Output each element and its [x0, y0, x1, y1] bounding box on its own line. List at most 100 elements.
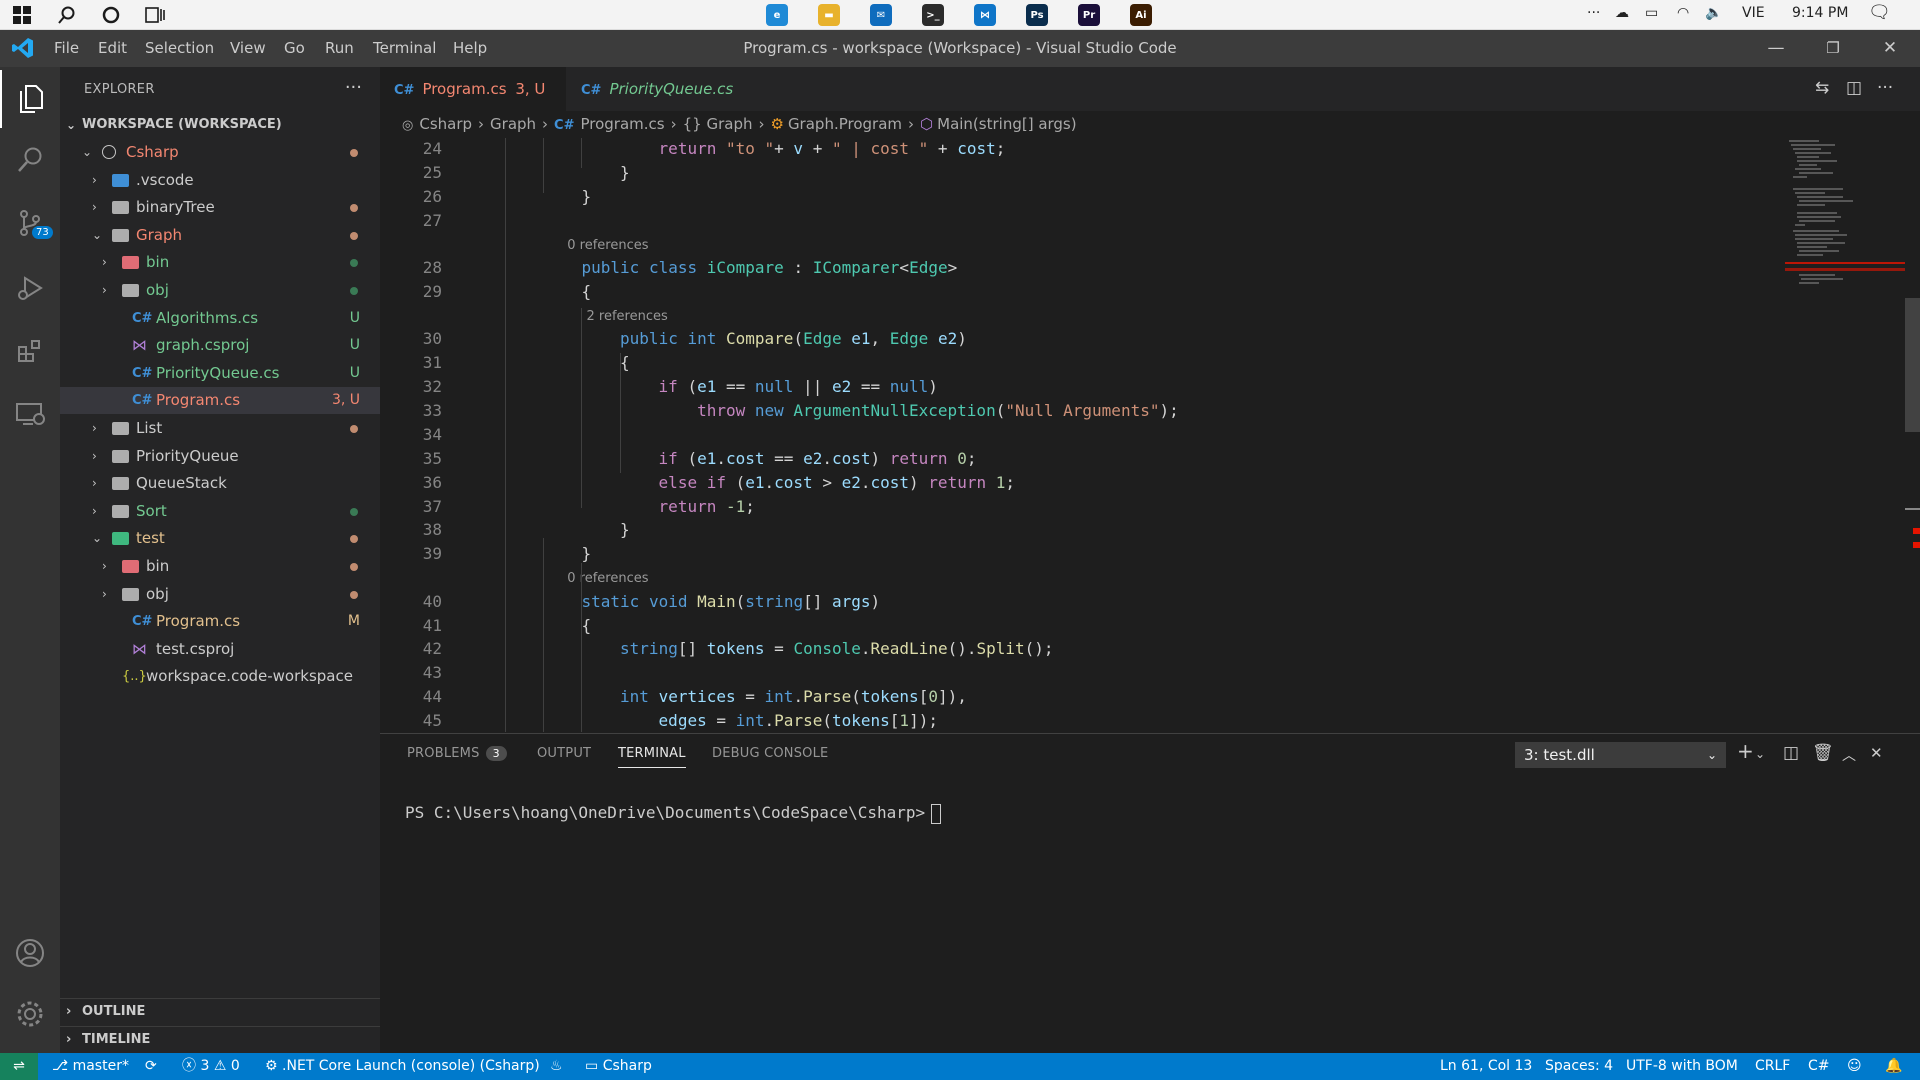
- open-changes-icon[interactable]: ⇆: [1815, 78, 1829, 98]
- tree-item[interactable]: › binaryTree: [60, 194, 380, 221]
- tree-item[interactable]: ⋈ test.csproj: [60, 636, 380, 663]
- codelens-references[interactable]: 0 references: [567, 238, 648, 253]
- git-branch[interactable]: ⎇ master*: [52, 1053, 129, 1080]
- tab-output[interactable]: OUTPUT: [537, 746, 591, 761]
- vscode-app-icon[interactable]: ⋈: [974, 4, 996, 26]
- language-mode[interactable]: C#: [1808, 1053, 1830, 1080]
- code-line[interactable]: edges = int.Parse(tokens[1]);: [659, 711, 938, 730]
- tab-problems[interactable]: PROBLEMS 3: [407, 746, 507, 761]
- code-line[interactable]: static void Main(string[] args): [582, 592, 881, 611]
- outline-section-header[interactable]: › OUTLINE: [60, 998, 380, 1024]
- source-control-icon[interactable]: 73: [0, 194, 60, 252]
- tree-item[interactable]: › PriorityQueue: [60, 443, 380, 470]
- battery-icon[interactable]: ▭: [1645, 5, 1658, 21]
- search-icon[interactable]: [55, 3, 79, 27]
- maximize-panel-icon[interactable]: ︿: [1842, 745, 1856, 765]
- code-line[interactable]: public int Compare(Edge e1, Edge e2): [620, 329, 967, 348]
- wifi-icon[interactable]: ◠: [1677, 5, 1689, 21]
- tree-item[interactable]: C# PriorityQueue.cs U: [60, 360, 380, 387]
- split-editor-icon[interactable]: ◫: [1846, 78, 1862, 98]
- cursor-position[interactable]: Ln 61, Col 13: [1440, 1053, 1532, 1080]
- code-line[interactable]: }: [620, 520, 630, 539]
- sync-changes-icon[interactable]: ⟳: [145, 1053, 157, 1080]
- explorer-more-actions-icon[interactable]: ···: [345, 77, 362, 98]
- split-terminal-icon[interactable]: ◫: [1783, 743, 1799, 763]
- premiere-app-icon[interactable]: Pr: [1078, 4, 1100, 26]
- explorer-app-icon[interactable]: ▬: [818, 4, 840, 26]
- volume-icon[interactable]: 🔈: [1705, 5, 1722, 21]
- manage-gear-icon[interactable]: [0, 985, 60, 1043]
- code-line[interactable]: throw new ArgumentNullException("Null Ar…: [697, 401, 1179, 420]
- project-selector[interactable]: ▭ Csharp: [585, 1053, 652, 1080]
- tree-item[interactable]: › obj: [60, 581, 380, 608]
- tree-item[interactable]: › bin: [60, 553, 380, 580]
- debug-launch-config[interactable]: ⚙ .NET Core Launch (console) (Csharp): [265, 1053, 540, 1080]
- end-of-line[interactable]: CRLF: [1755, 1053, 1790, 1080]
- tab-debug-console[interactable]: DEBUG CONSOLE: [712, 746, 828, 761]
- clock[interactable]: 9:14 PM: [1792, 5, 1848, 21]
- terminal-output[interactable]: PS C:\Users\hoang\OneDrive\Documents\Cod…: [405, 803, 942, 824]
- menu-run[interactable]: Run: [325, 39, 354, 57]
- problems-summary[interactable]: ⓧ 3 ⚠ 0: [182, 1053, 240, 1080]
- tab-program-cs[interactable]: C#Program.cs 3, U ✕: [380, 67, 566, 144]
- breadcrumb-method[interactable]: Main(string[] args): [937, 115, 1076, 133]
- scrollbar-thumb[interactable]: [1905, 298, 1920, 432]
- code-line[interactable]: }: [582, 544, 592, 563]
- tab-terminal[interactable]: TERMINAL: [618, 746, 686, 768]
- tree-item[interactable]: ⌄ test: [60, 525, 380, 552]
- tree-item[interactable]: ⋈ graph.csproj U: [60, 332, 380, 359]
- tree-item[interactable]: ⌄ Graph: [60, 222, 380, 249]
- code-line[interactable]: if (e1.cost == e2.cost) return 0;: [659, 449, 977, 468]
- onedrive-icon[interactable]: ☁: [1615, 5, 1629, 21]
- tree-item[interactable]: ⌄ Csharp: [60, 139, 380, 166]
- breadcrumb-graph[interactable]: Graph: [490, 115, 536, 133]
- terminal-app-icon[interactable]: >_: [922, 4, 944, 26]
- close-window-icon[interactable]: ✕: [1875, 35, 1905, 61]
- tree-item[interactable]: C# Program.cs M: [60, 608, 380, 635]
- explorer-icon[interactable]: [0, 70, 60, 128]
- remote-explorer-icon[interactable]: [0, 385, 60, 443]
- code-line[interactable]: }: [620, 163, 630, 182]
- kill-terminal-trash-icon[interactable]: 🗑: [1812, 743, 1834, 763]
- timeline-section-header[interactable]: › TIMELINE: [60, 1026, 380, 1052]
- edge-app-icon[interactable]: e: [766, 4, 788, 26]
- code-line[interactable]: string[] tokens = Console.ReadLine().Spl…: [620, 639, 1054, 658]
- menu-file[interactable]: File: [54, 39, 79, 57]
- editor-scrollbar[interactable]: [1905, 138, 1920, 732]
- code-line[interactable]: return "to "+ v + " | cost " + cost;: [659, 139, 1006, 158]
- notification-center-icon[interactable]: 🗨: [1868, 2, 1891, 23]
- new-terminal-icon[interactable]: +: [1737, 739, 1754, 763]
- menu-selection[interactable]: Selection: [145, 39, 214, 57]
- restore-icon[interactable]: ❐: [1818, 35, 1848, 61]
- tree-item[interactable]: {..} workspace.code-workspace: [60, 663, 380, 690]
- code-line[interactable]: if (e1 == null || e2 == null): [659, 377, 938, 396]
- menu-help[interactable]: Help: [453, 39, 487, 57]
- tree-item[interactable]: › obj: [60, 277, 380, 304]
- cortana-icon[interactable]: [99, 3, 123, 27]
- run-debug-icon[interactable]: [0, 259, 60, 317]
- tree-item[interactable]: › Sort: [60, 498, 380, 525]
- close-panel-icon[interactable]: ✕: [1870, 744, 1883, 762]
- file-encoding[interactable]: UTF-8 with BOM: [1626, 1053, 1738, 1080]
- code-line[interactable]: int vertices = int.Parse(tokens[0]),: [620, 687, 967, 706]
- codelens-references[interactable]: 2 references: [587, 309, 668, 324]
- tab-priorityqueue-cs[interactable]: C#PriorityQueue.cs U: [567, 67, 745, 144]
- search-view-icon[interactable]: [0, 131, 60, 189]
- feedback-icon[interactable]: ☺: [1847, 1053, 1862, 1080]
- menu-view[interactable]: View: [230, 39, 266, 57]
- code-line[interactable]: }: [582, 187, 592, 206]
- illustrator-app-icon[interactable]: Ai: [1130, 4, 1152, 26]
- workspace-section-header[interactable]: ⌄ WORKSPACE (WORKSPACE): [60, 112, 380, 138]
- photoshop-app-icon[interactable]: Ps: [1026, 4, 1048, 26]
- codelens-references[interactable]: 0 references: [567, 571, 648, 586]
- breadcrumb-csharp[interactable]: Csharp: [419, 115, 472, 133]
- tree-item[interactable]: › bin: [60, 249, 380, 276]
- mail-app-icon[interactable]: ✉: [870, 4, 892, 26]
- code-line[interactable]: public class iCompare : IComparer<Edge>: [582, 258, 958, 277]
- more-actions-icon[interactable]: ···: [1877, 78, 1893, 98]
- indentation[interactable]: Spaces: 4: [1545, 1053, 1613, 1080]
- tree-item[interactable]: › List: [60, 415, 380, 442]
- minimap[interactable]: [1785, 138, 1905, 732]
- notifications-bell-icon[interactable]: 🔔: [1885, 1053, 1902, 1080]
- launch-profile-chevron-icon[interactable]: ⌄: [1755, 747, 1765, 761]
